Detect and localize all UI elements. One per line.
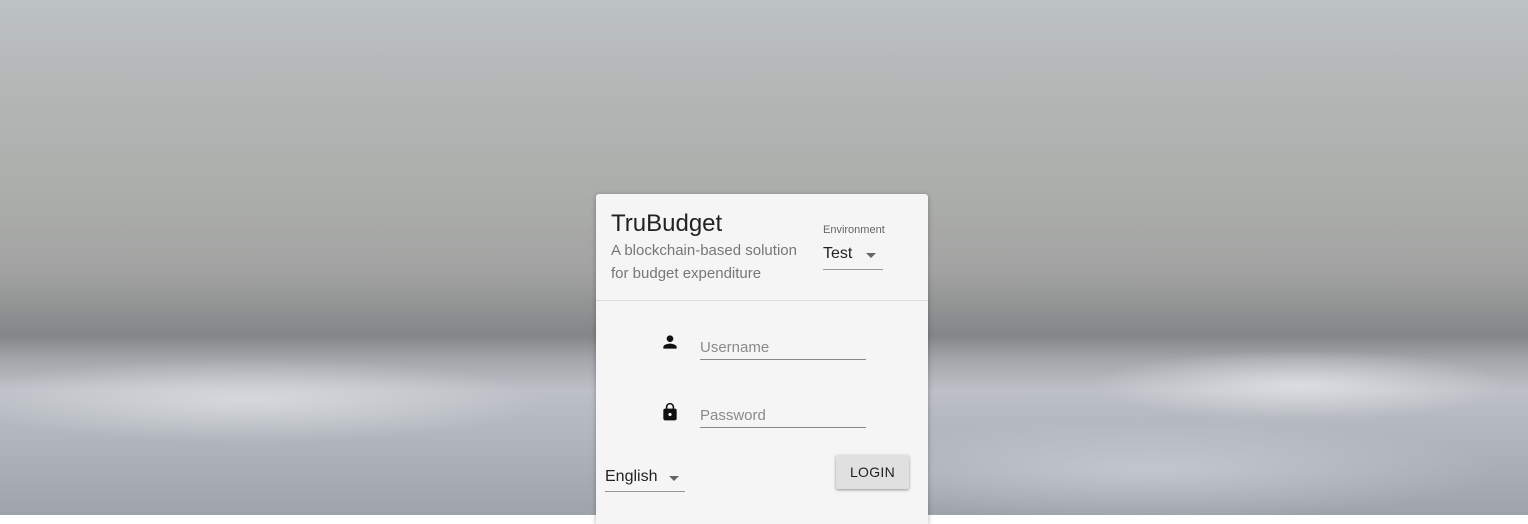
password-row xyxy=(596,396,928,436)
environment-value: Test xyxy=(823,245,853,262)
app-title: TruBudget xyxy=(611,210,723,237)
username-input[interactable] xyxy=(700,335,866,360)
card-header: TruBudget A blockchain-based solution fo… xyxy=(596,194,928,301)
language-value: English xyxy=(605,468,658,485)
login-card: TruBudget A blockchain-based solution fo… xyxy=(596,194,928,524)
person-icon xyxy=(660,332,680,354)
environment-label: Environment xyxy=(823,224,885,236)
dropdown-arrow-icon xyxy=(866,253,876,258)
login-button[interactable]: LOGIN xyxy=(836,455,909,489)
password-input[interactable] xyxy=(700,403,866,428)
dropdown-arrow-icon xyxy=(669,476,679,481)
username-row xyxy=(596,328,928,368)
app-subtitle: A blockchain-based solution for budget e… xyxy=(611,242,797,282)
language-select[interactable]: English xyxy=(605,465,685,492)
lock-icon xyxy=(660,401,680,423)
environment-select[interactable]: Test xyxy=(823,243,883,270)
